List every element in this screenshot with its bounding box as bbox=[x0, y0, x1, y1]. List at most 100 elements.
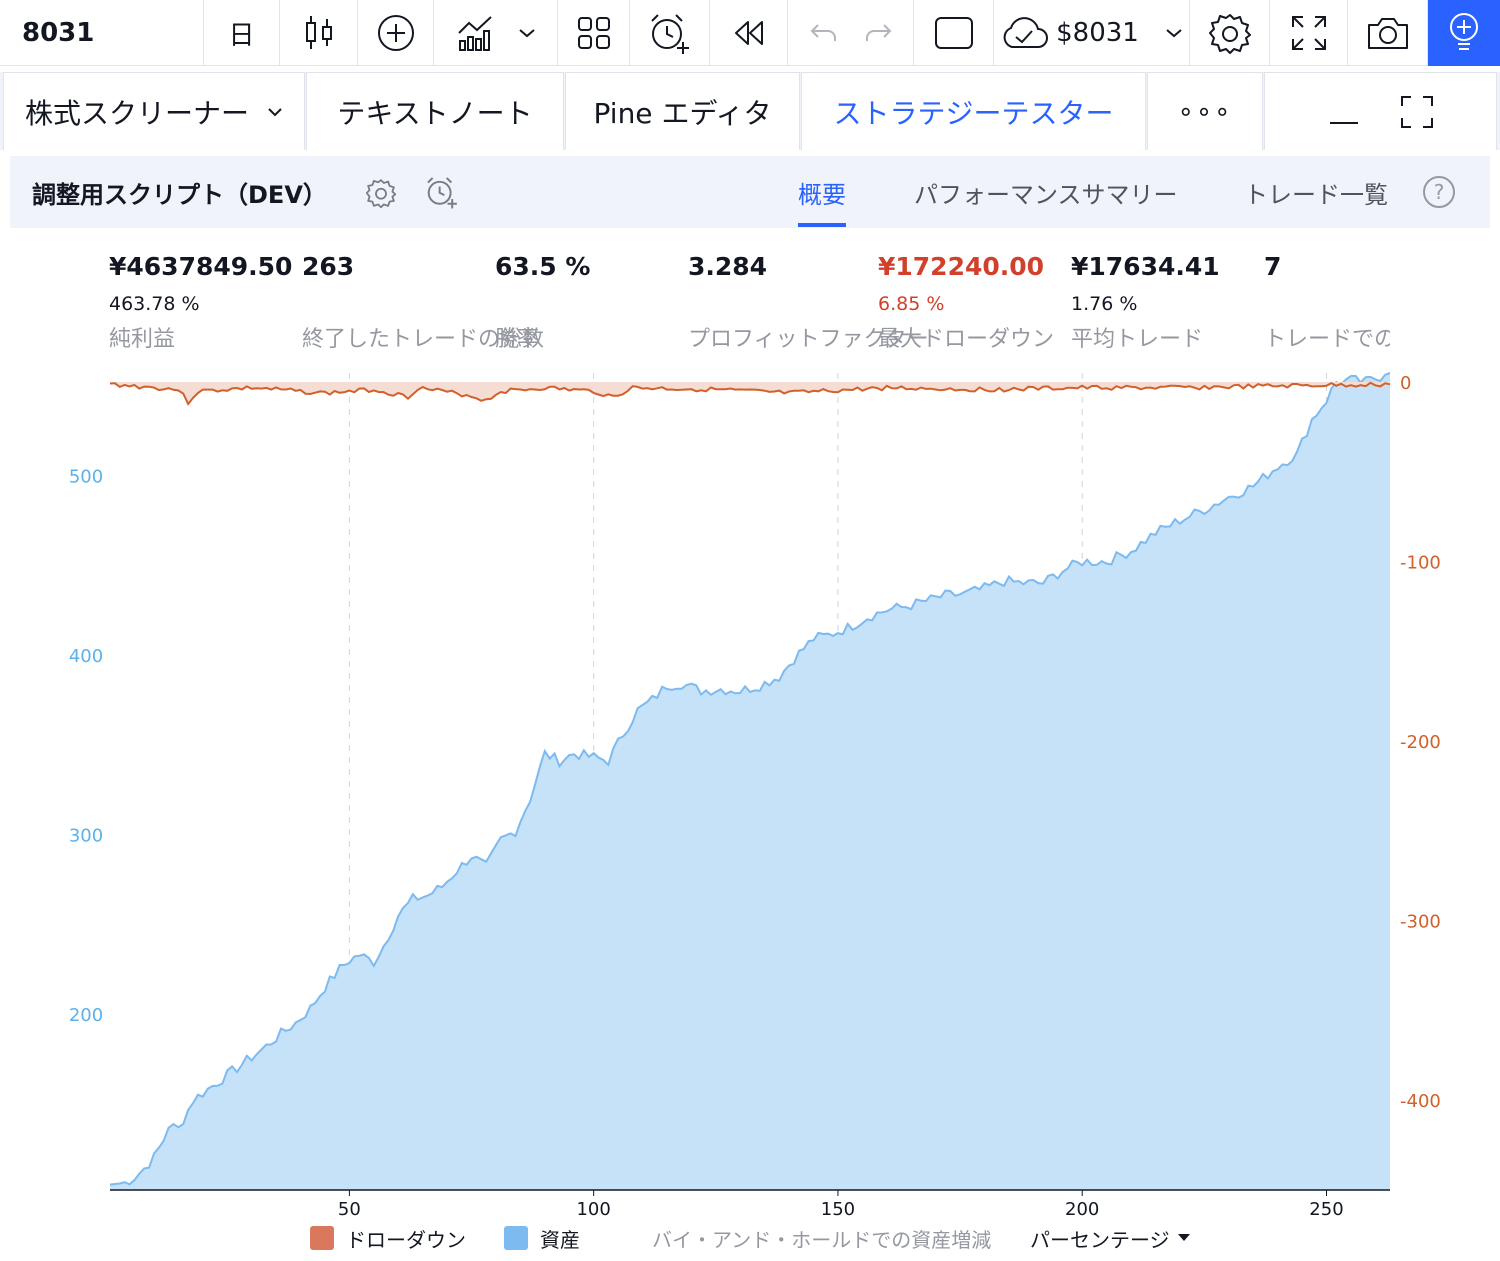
cloud-save-label: $8031 bbox=[1056, 18, 1139, 48]
candles-icon bbox=[305, 16, 332, 49]
right-tick-label: -400 bbox=[1400, 1091, 1441, 1112]
cloud-save-icon bbox=[1003, 17, 1049, 48]
tab-stock-screener[interactable]: 株式スクリーナー bbox=[3, 72, 305, 150]
metric-value: 263 bbox=[302, 252, 355, 281]
strategy-name: 調整用スクリプト（DEV） bbox=[32, 180, 327, 209]
x-tick-label: 250 bbox=[1309, 1199, 1343, 1217]
left-tick-label: 200 bbox=[69, 1005, 103, 1026]
drawdown-swatch bbox=[310, 1226, 334, 1250]
x-tick-label: 200 bbox=[1065, 1199, 1099, 1217]
metric-label: 純利益 bbox=[109, 327, 176, 352]
metric-label: 最大ドローダウン bbox=[878, 327, 1055, 352]
x-tick-label: 50 bbox=[338, 1199, 361, 1217]
equity-series bbox=[109, 372, 1391, 1190]
left-tick-label: 500 bbox=[69, 466, 103, 487]
metric-sub: 463.78 % bbox=[109, 293, 200, 315]
layout-button[interactable] bbox=[558, 0, 630, 66]
metric-value: ¥4637849.50 bbox=[109, 252, 293, 281]
plus-circle-icon bbox=[377, 15, 414, 51]
snapshot-button[interactable] bbox=[1348, 0, 1428, 66]
metric-avg-bars-in-trade: 7 トレードでの平均バー数 bbox=[1264, 252, 1390, 352]
x-tick-label: 150 bbox=[821, 1199, 855, 1217]
metric-label: トレードでの平均バー数 bbox=[1264, 327, 1390, 352]
metric-label: 平均トレード bbox=[1071, 327, 1204, 352]
metric-value: ¥17634.41 bbox=[1071, 252, 1220, 281]
strategy-header: 調整用スクリプト（DEV） 概要 パフォーマンスサマリー トレード一覧 ? bbox=[10, 156, 1490, 228]
caret-down-icon bbox=[1177, 1234, 1190, 1241]
subtab-trades-list[interactable]: トレード一覧 bbox=[1244, 156, 1388, 228]
right-tick-label: -100 bbox=[1400, 553, 1441, 574]
subtab-overview[interactable]: 概要 bbox=[798, 156, 846, 228]
ideas-button[interactable] bbox=[1428, 0, 1500, 66]
tab-label: 株式スクリーナー bbox=[24, 96, 249, 130]
chevron-down-icon bbox=[268, 107, 282, 116]
right-tick-label: -200 bbox=[1400, 732, 1441, 753]
gear-icon bbox=[1208, 14, 1251, 54]
metric-sub: 1.76 % bbox=[1071, 293, 1138, 315]
x-tick-label: 100 bbox=[576, 1199, 610, 1217]
chevron-down-icon bbox=[518, 29, 535, 38]
replay-button[interactable] bbox=[710, 0, 788, 66]
metric-sub: 6.85 % bbox=[878, 293, 945, 315]
panel-window-controls bbox=[1264, 72, 1497, 150]
compare-button[interactable] bbox=[358, 0, 434, 66]
right-tick-label: -300 bbox=[1400, 912, 1441, 933]
alert-button[interactable] bbox=[630, 0, 710, 66]
help-icon[interactable]: ? bbox=[1423, 176, 1455, 208]
replay-icon bbox=[734, 21, 763, 45]
subtab-performance-summary[interactable]: パフォーマンスサマリー bbox=[914, 156, 1178, 228]
maximize-icon[interactable] bbox=[1400, 95, 1434, 129]
symbol-search[interactable]: 8031 bbox=[0, 0, 204, 66]
panel-tabbar: 株式スクリーナー テキストノート Pine エディタ ストラテジーテスター ∘∘… bbox=[0, 72, 1500, 150]
undo-redo-group bbox=[788, 0, 914, 66]
tab-text-notes[interactable]: テキストノート bbox=[306, 72, 564, 150]
equity-swatch bbox=[504, 1226, 528, 1250]
chevron-down-icon bbox=[1166, 29, 1182, 38]
layout-grid-icon bbox=[577, 17, 610, 49]
drawing-button[interactable] bbox=[914, 0, 994, 66]
active-subtab-indicator bbox=[798, 223, 846, 227]
metric-value: 63.5 % bbox=[495, 252, 591, 281]
metric-label: 勝率 bbox=[495, 327, 540, 352]
display-mode-dropdown[interactable]: パーセンテージ bbox=[1030, 1218, 1190, 1258]
settings-button[interactable] bbox=[1190, 0, 1270, 66]
interval-label: 日 bbox=[228, 20, 255, 51]
metric-value: ¥172240.00 bbox=[878, 252, 1045, 281]
legend-buy-hold[interactable]: バイ・アンド・ホールドでの資産増減 bbox=[652, 1218, 991, 1258]
cloud-save-button[interactable]: $8031 bbox=[994, 0, 1190, 66]
legend-label: 資産 bbox=[540, 1227, 580, 1252]
equity-area bbox=[110, 373, 1390, 1190]
minimize-icon[interactable] bbox=[1328, 97, 1360, 127]
top-toolbar: 8031 日 $8031 bbox=[0, 0, 1500, 66]
redo-icon[interactable] bbox=[864, 21, 894, 45]
legend-label: ドローダウン bbox=[346, 1227, 466, 1252]
undo-icon[interactable] bbox=[808, 21, 838, 45]
metric-value: 3.284 bbox=[688, 252, 768, 281]
chart-legend: ドローダウン 資産 バイ・アンド・ホールドでの資産増減 パーセンテージ bbox=[0, 1218, 1500, 1258]
right-tick-label: 0 bbox=[1400, 373, 1411, 394]
fullscreen-button[interactable] bbox=[1270, 0, 1348, 66]
legend-drawdown[interactable]: ドローダウン bbox=[310, 1218, 466, 1258]
alert-add-icon bbox=[650, 14, 689, 54]
gear-icon[interactable] bbox=[366, 178, 396, 208]
lightbulb-icon bbox=[1450, 13, 1478, 50]
drawdown-area bbox=[110, 381, 1390, 404]
indicators-button[interactable] bbox=[434, 0, 558, 66]
tab-pine-editor[interactable]: Pine エディタ bbox=[565, 72, 800, 150]
indicators-icon bbox=[457, 16, 492, 51]
alert-add-icon[interactable] bbox=[424, 174, 460, 210]
legend-equity[interactable]: 資産 bbox=[504, 1218, 580, 1258]
interval-button[interactable]: 日 bbox=[204, 0, 280, 66]
equity-chart: 50 100 150 200 250 200 300 400 500 0 -100 -200 -300 -… bbox=[69, 372, 1441, 1217]
tab-more[interactable]: ∘∘∘ bbox=[1147, 72, 1263, 150]
left-tick-label: 400 bbox=[69, 646, 103, 667]
chart-type-button[interactable] bbox=[280, 0, 358, 66]
display-mode-label: パーセンテージ bbox=[1030, 1227, 1170, 1252]
left-tick-label: 300 bbox=[69, 825, 103, 846]
metric-value: 7 bbox=[1264, 252, 1282, 281]
rectangle-icon bbox=[934, 17, 973, 49]
fullscreen-icon bbox=[1291, 16, 1326, 50]
tab-strategy-tester[interactable]: ストラテジーテスター bbox=[801, 72, 1146, 150]
drawdown-series bbox=[109, 381, 1391, 406]
camera-icon bbox=[1367, 18, 1408, 49]
